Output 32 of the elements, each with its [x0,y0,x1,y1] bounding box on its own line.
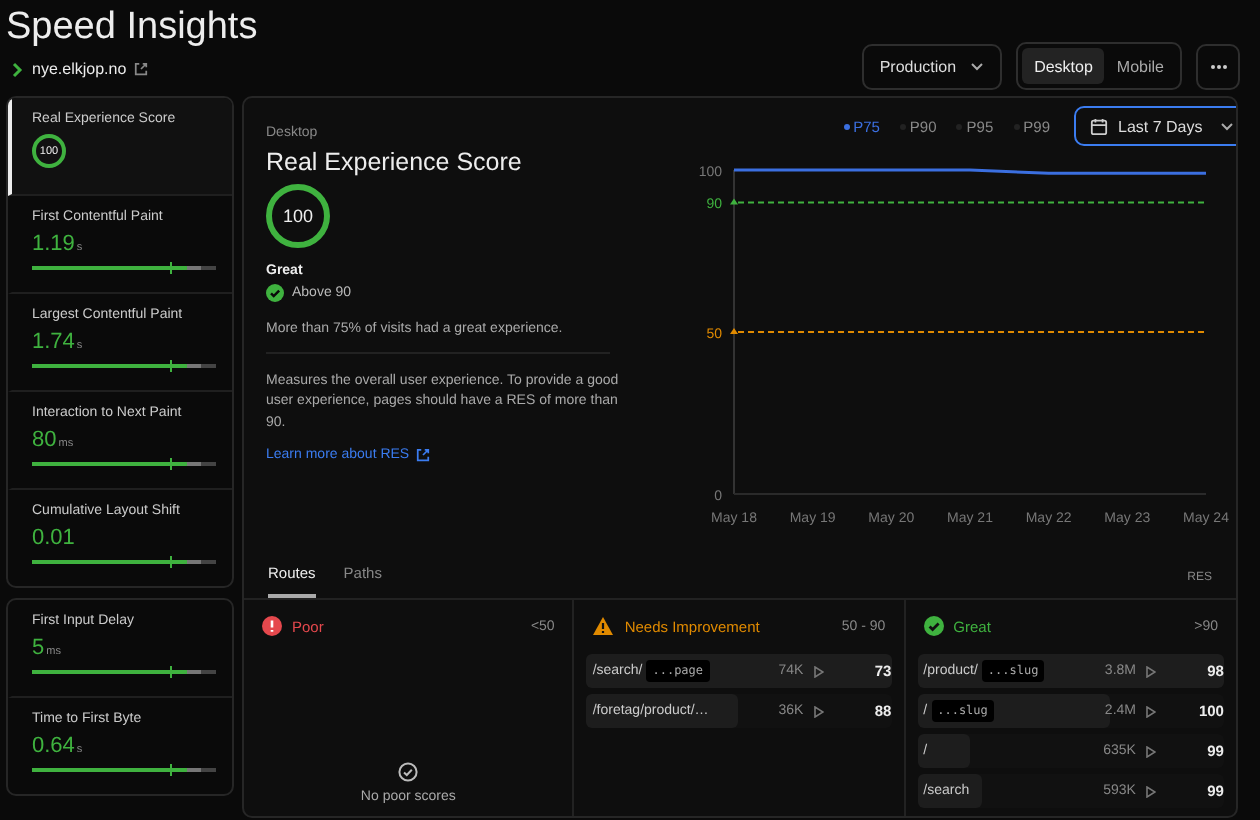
chevron-icon [12,61,24,77]
metric-value: 5 [32,636,45,660]
score-ring: 100 [266,184,330,248]
metric-value: 1.74 [32,330,75,354]
device-tab[interactable]: Mobile [1104,48,1176,84]
date-range-dropdown[interactable]: Last 7 Days [1074,106,1236,146]
alert-icon [262,616,282,636]
check-circle-icon [398,762,419,782]
more-icon [1209,63,1227,69]
external-link-icon [134,62,149,76]
check-icon [923,616,944,636]
domain-link[interactable]: nye.elkjop.no [32,60,127,78]
pointer-icon [1145,745,1156,757]
pointer-icon [1145,665,1156,677]
pointer-icon [1145,785,1156,797]
metric-value: 0.64 [32,734,75,758]
pointer-icon [1145,705,1156,717]
calendar-icon [1090,117,1108,135]
external-link-icon [415,448,430,462]
metric-value: 1.19 [32,232,75,256]
overview-title: Real Experience Score [266,148,524,176]
device-tab[interactable]: Desktop [1022,48,1105,84]
warning-icon [592,616,615,636]
caret-icon [970,61,985,71]
metric-value: 80 [32,428,57,452]
metric-value: 0.01 [32,526,75,550]
pointer-icon [813,705,824,717]
check-icon [266,284,284,302]
page-title: Speed Insights [6,6,258,50]
pointer-icon [813,665,824,677]
caret-icon [1220,121,1234,131]
environment-dropdown[interactable]: Production [861,43,1003,89]
